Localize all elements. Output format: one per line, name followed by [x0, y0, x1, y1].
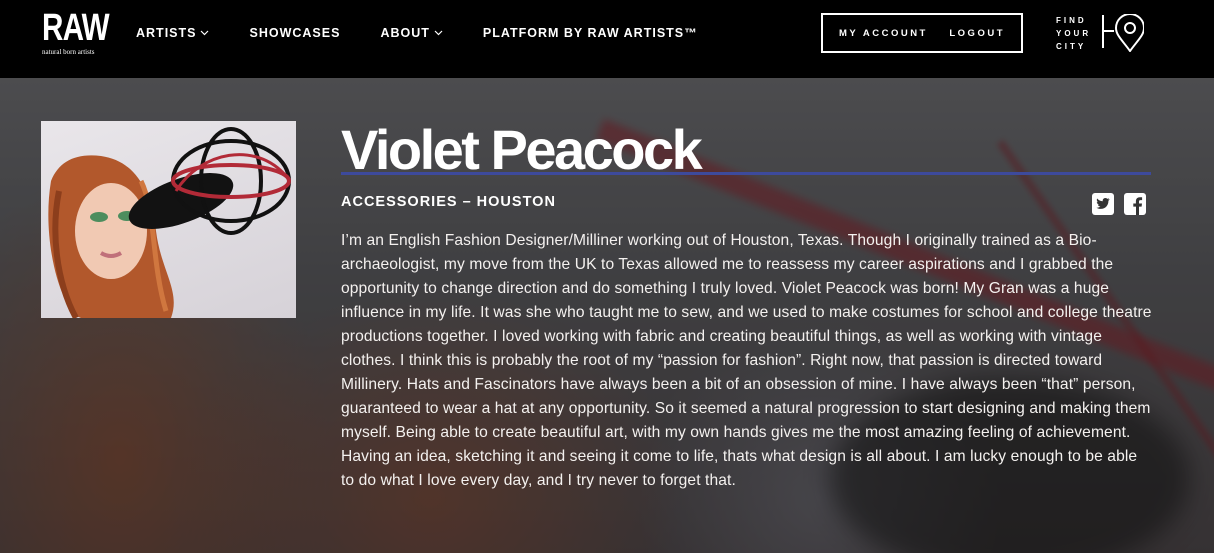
nav-platform-label: PLATFORM BY RAW ARTISTS™	[482, 26, 698, 40]
find-city-line1: FIND	[1056, 16, 1087, 25]
artist-category: ACCESSORIES – HOUSTON	[341, 194, 556, 210]
profile-photo-illustration	[48, 127, 291, 318]
facebook-icon[interactable]	[1124, 193, 1146, 215]
nav-artists[interactable]: ARTISTS	[136, 26, 209, 40]
my-account-link[interactable]: MY ACCOUNT	[839, 28, 928, 39]
logo-tagline: natural born artists	[42, 48, 95, 56]
chevron-down-icon	[201, 30, 209, 36]
raw-logo[interactable]: RAW natural born artists	[42, 7, 110, 59]
nav-about-label: ABOUT	[380, 26, 430, 40]
logout-link[interactable]: LOGOUT	[949, 28, 1005, 39]
find-your-city-link[interactable]: FIND YOUR CITY	[1056, 14, 1091, 53]
account-box: MY ACCOUNT LOGOUT	[821, 13, 1023, 53]
artist-profile-photo	[41, 121, 296, 318]
top-navigation-bar: RAW natural born artists ARTISTS SHOWCAS…	[0, 0, 1214, 78]
nav-showcases[interactable]: SHOWCASES	[249, 26, 340, 40]
nav-platform[interactable]: PLATFORM BY RAW ARTISTS™	[483, 26, 698, 40]
nav-artists-label: ARTISTS	[136, 26, 197, 40]
logo-wordmark: RAW	[42, 7, 110, 49]
find-city-line2: YOUR	[1056, 29, 1092, 38]
find-city-line3: CITY	[1056, 42, 1087, 51]
chevron-down-icon	[434, 30, 443, 36]
name-underline	[341, 172, 1151, 175]
location-pin-icon[interactable]	[1100, 14, 1144, 52]
nav-showcases-label: SHOWCASES	[249, 26, 341, 40]
artist-hero: Violet Peacock ACCESSORIES – HOUSTON I’m…	[0, 78, 1214, 553]
twitter-icon[interactable]	[1092, 193, 1114, 215]
nav-about[interactable]: ABOUT	[380, 26, 443, 40]
artist-bio: I’m an English Fashion Designer/Milliner…	[341, 232, 1152, 489]
main-nav: ARTISTS SHOWCASES ABOUT PLATFORM BY RAW …	[136, 0, 738, 66]
